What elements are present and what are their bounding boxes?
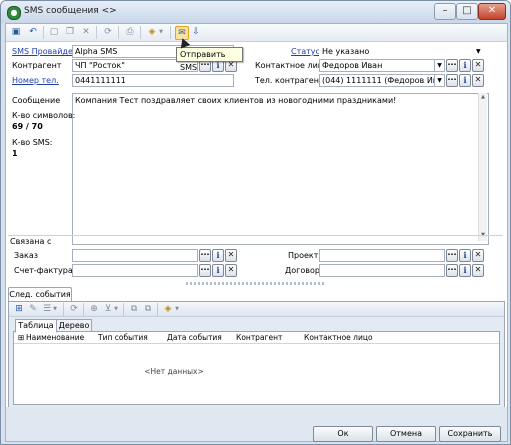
window-title: SMS сообщения <> (24, 6, 117, 16)
contract-clear-button[interactable]: ✕ (472, 264, 484, 277)
contractor-phone-label: Тел. контрагента (255, 76, 329, 85)
attach-dropdown-icon[interactable]: ▼ (158, 26, 164, 38)
message-textarea[interactable]: Компания Тест поздравляет своих клиентов… (72, 93, 489, 245)
sms-message-window: ● SMS сообщения <> – □ ✕ ▣ ↶ ▢ ❐ ✕ ⟳ ⎙ ◈… (0, 0, 511, 445)
contractor-phone-field[interactable]: (044) 1111111 (Федоров Иван, С (319, 74, 435, 87)
refresh-events-icon[interactable]: ⟳ (68, 303, 80, 315)
order-select-button[interactable]: ··· (199, 249, 211, 262)
invoice-info-button[interactable]: i (212, 264, 224, 277)
group-icon[interactable]: ⧉ (128, 303, 140, 315)
main-toolbar: ▣ ↶ ▢ ❐ ✕ ⟳ ⎙ ◈ ▼ ✉ ⇩ (6, 24, 507, 42)
contract-field[interactable] (319, 264, 445, 277)
empty-table-text: <Нет данных> (144, 367, 204, 376)
contract-label: Договор (285, 266, 320, 275)
status-select[interactable]: Не указано (319, 45, 485, 58)
print-icon[interactable]: ⎙ (124, 26, 136, 38)
sms-app-icon: ● (7, 6, 21, 20)
order-clear-button[interactable]: ✕ (225, 249, 237, 262)
column-contact-person[interactable]: Контактное лицо (304, 332, 373, 343)
save-button[interactable]: Сохранить (439, 426, 501, 442)
contract-info-button[interactable]: i (459, 264, 471, 277)
invoice-clear-button[interactable]: ✕ (225, 264, 237, 277)
columns-icon[interactable]: ⊞ (18, 332, 24, 343)
next-events-panel: ⊞ ✎ ☰ ▼ ⟳ ⊕ ⊻ ▼ ⧉ ⧉ ◈ ▼ Таблица Дерево ⊞… (8, 301, 505, 409)
invoice-select-button[interactable]: ··· (199, 264, 211, 277)
contractor-phone-clear-button[interactable]: ✕ (472, 74, 484, 87)
contact-person-field[interactable]: Федоров Иван (319, 59, 435, 72)
invoice-label: Счет-фактура (14, 266, 73, 275)
copy-icon[interactable]: ❐ (64, 26, 76, 38)
contractor-phone-dropdown-icon[interactable]: ▼ (434, 74, 445, 87)
status-dropdown-icon[interactable]: ▼ (476, 46, 481, 57)
sms-count-value: 1 (12, 149, 18, 158)
order-label: Заказ (14, 251, 39, 260)
status-label[interactable]: Статус (291, 46, 320, 57)
edit-event-icon[interactable]: ✎ (27, 303, 39, 315)
linked-group-label: Связана с (10, 236, 55, 247)
sms-provider-label[interactable]: SMS Провайдер (12, 46, 78, 57)
new-document-icon[interactable]: ▢ (48, 26, 60, 38)
order-info-button[interactable]: i (212, 249, 224, 262)
events-table: ⊞ Наименование Тип события Дата события … (13, 331, 500, 405)
title-bar[interactable]: ● SMS сообщения <> – □ ✕ (1, 1, 510, 23)
contact-person-label: Контактное лицо (255, 61, 329, 70)
tab-next-events[interactable]: След. события (8, 287, 72, 302)
phone-number-field[interactable]: 0441111111 (72, 74, 234, 87)
char-count-label: К-во символов: (12, 111, 76, 120)
linked-group-line (8, 235, 503, 237)
contractor-label: Контрагент (12, 61, 62, 70)
sms-count-label: К-во SMS: (12, 138, 53, 147)
events-attach-icon[interactable]: ◈ (162, 303, 174, 315)
column-event-date[interactable]: Дата события (167, 332, 222, 343)
phone-number-label[interactable]: Номер тел. (12, 75, 59, 86)
scroll-up-icon[interactable]: ▲ (479, 94, 487, 100)
panel-splitter[interactable] (186, 282, 326, 285)
receive-sms-icon[interactable]: ⇩ (190, 26, 202, 38)
contact-person-select-button[interactable]: ··· (446, 59, 458, 72)
add-icon[interactable]: ⊕ (88, 303, 100, 315)
list-dropdown-icon[interactable]: ▼ (52, 303, 58, 315)
attach-icon[interactable]: ◈ (146, 26, 158, 38)
dialog-footer: Ок Отмена Сохранить (6, 407, 507, 442)
refresh-icon[interactable]: ⟳ (102, 26, 114, 38)
add-event-icon[interactable]: ⊞ (13, 303, 25, 315)
ok-button[interactable]: Ок (313, 426, 373, 442)
project-select-button[interactable]: ··· (446, 249, 458, 262)
tab-table[interactable]: Таблица (15, 319, 57, 333)
delete-icon[interactable]: ✕ (80, 26, 92, 38)
project-info-button[interactable]: i (459, 249, 471, 262)
project-label: Проект (288, 251, 319, 260)
maximize-button[interactable]: □ (456, 3, 478, 20)
column-contractor[interactable]: Контрагент (236, 332, 282, 343)
events-attach-dropdown-icon[interactable]: ▼ (174, 303, 180, 315)
close-button[interactable]: ✕ (478, 3, 506, 20)
contract-select-button[interactable]: ··· (446, 264, 458, 277)
order-field[interactable] (72, 249, 198, 262)
column-event-type[interactable]: Тип события (98, 332, 148, 343)
filter-dropdown-icon[interactable]: ▼ (113, 303, 119, 315)
contractor-phone-select-button[interactable]: ··· (446, 74, 458, 87)
window-client-area: ▣ ↶ ▢ ❐ ✕ ⟳ ⎙ ◈ ▼ ✉ ⇩ Отправить SMS SMS … (5, 23, 508, 442)
message-scrollbar[interactable]: ▲ ▼ (478, 93, 487, 241)
save-icon[interactable]: ▣ (10, 26, 22, 38)
contractor-phone-info-button[interactable]: i (459, 74, 471, 87)
minimize-button[interactable]: – (434, 3, 456, 20)
cancel-button[interactable]: Отмена (376, 426, 436, 442)
project-field[interactable] (319, 249, 445, 262)
undo-icon[interactable]: ↶ (27, 26, 39, 38)
link-icon[interactable]: ⧉ (142, 303, 154, 315)
message-label: Сообщение (12, 96, 61, 105)
column-name[interactable]: Наименование (26, 332, 84, 343)
contact-person-clear-button[interactable]: ✕ (472, 59, 484, 72)
send-sms-tooltip: Отправить SMS (176, 47, 243, 72)
contact-person-info-button[interactable]: i (459, 59, 471, 72)
invoice-field[interactable] (72, 264, 198, 277)
events-table-header: ⊞ Наименование Тип события Дата события … (14, 332, 499, 344)
project-clear-button[interactable]: ✕ (472, 249, 484, 262)
events-toolbar: ⊞ ✎ ☰ ▼ ⟳ ⊕ ⊻ ▼ ⧉ ⧉ ◈ ▼ (9, 302, 504, 317)
contact-person-dropdown-icon[interactable]: ▼ (434, 59, 445, 72)
char-count-value: 69 / 70 (12, 122, 43, 131)
